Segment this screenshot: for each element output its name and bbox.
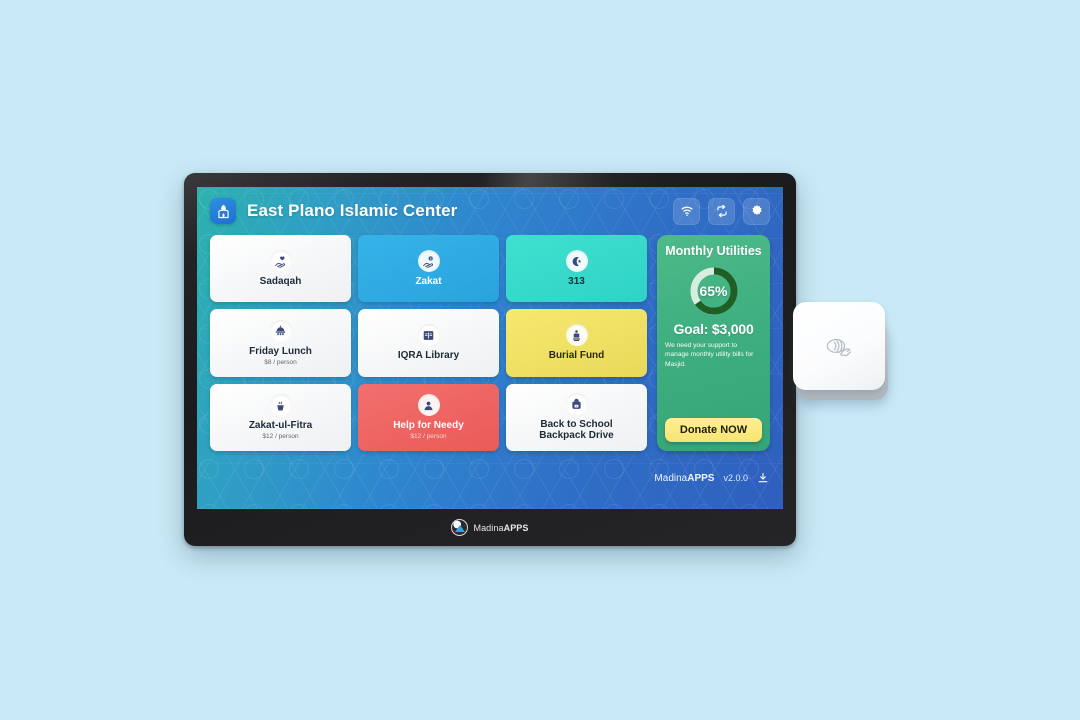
sync-icon[interactable]	[708, 197, 735, 225]
grain-scoop-icon	[269, 394, 292, 417]
tile-label: Sadaqah	[259, 276, 302, 288]
tile-price: $12 / person	[262, 433, 299, 441]
tile-313[interactable]: 313	[506, 235, 647, 303]
tile-zakat-ul-fitra[interactable]: Zakat-ul-Fitra $12 / person	[210, 383, 351, 451]
footer-brand-light: Madina	[654, 472, 688, 484]
donation-tiles-grid: Sadaqah $ Zakat 313 Friday Lunch $8 / pe…	[210, 235, 647, 451]
tile-sadaqah[interactable]: Sadaqah	[210, 235, 351, 303]
kiosk-screen: East Plano Islamic Center Sadaqah $ Zaka…	[197, 187, 783, 509]
person-icon	[417, 394, 440, 417]
bezel-brand-bold: APPS	[503, 522, 529, 533]
screenshot-stage: East Plano Islamic Center Sadaqah $ Zaka…	[0, 0, 1080, 720]
download-icon[interactable]	[757, 472, 769, 484]
card-reader[interactable]	[793, 302, 888, 402]
app-version: v2.0.0	[723, 473, 748, 483]
tile-burial-fund[interactable]: Burial Fund	[506, 309, 647, 377]
app-header: East Plano Islamic Center	[197, 187, 783, 235]
card-reader-surface[interactable]	[793, 302, 885, 390]
monitor-bezel-brand: MadinaAPPS	[184, 509, 796, 546]
tile-label: Zakat-ul-Fitra	[248, 420, 313, 432]
hand-coin-icon: $	[417, 250, 440, 273]
mosque-icon	[210, 198, 236, 224]
person-pray-icon	[565, 324, 588, 347]
book-icon	[417, 324, 440, 347]
backpack-icon	[565, 393, 588, 416]
donate-now-button[interactable]: Donate NOW	[665, 418, 762, 442]
tile-label: Zakat	[415, 276, 442, 288]
tile-friday-lunch[interactable]: Friday Lunch $8 / person	[210, 309, 351, 377]
footer-brand-bold: APPS	[687, 472, 715, 484]
gear-icon[interactable]	[743, 197, 770, 225]
bezel-brand-light: Madina	[473, 522, 504, 533]
tile-help-for-needy[interactable]: Help for Needy $12 / person	[358, 383, 499, 451]
footer-brand: MadinaAPPS	[654, 473, 714, 484]
tile-label: Back to School Backpack Drive	[539, 419, 614, 442]
campaign-title: Monthly Utilities	[665, 244, 762, 258]
tile-zakat[interactable]: $ Zakat	[358, 235, 499, 303]
tile-label: 313	[568, 276, 585, 288]
tile-price: $8 / person	[264, 359, 297, 367]
hand-heart-icon	[269, 250, 292, 273]
madinaapps-logo-icon	[451, 519, 469, 536]
app-body: Sadaqah $ Zakat 313 Friday Lunch $8 / pe…	[197, 235, 783, 451]
wifi-icon[interactable]	[673, 197, 700, 225]
bezel-brand-text: MadinaAPPS	[473, 523, 528, 533]
tile-label: Burial Fund	[548, 350, 605, 362]
crescent-star-icon	[565, 250, 588, 273]
tile-label: IQRA Library	[397, 350, 460, 362]
tile-price: $12 / person	[410, 433, 447, 441]
progress-ring: 65%	[688, 265, 740, 317]
tile-back-to-school-backpack-drive[interactable]: Back to School Backpack Drive	[506, 383, 647, 451]
tile-label: Help for Needy	[393, 420, 464, 432]
campaign-description: We need your support to manage monthly u…	[665, 342, 754, 368]
food-tray-icon	[269, 319, 292, 342]
tile-iqra-library[interactable]: IQRA Library	[358, 309, 499, 377]
campaign-goal: Goal: $3,000	[673, 321, 754, 337]
tile-label: Friday Lunch	[249, 345, 312, 357]
progress-percent-label: 65%	[699, 283, 728, 299]
header-actions	[673, 197, 770, 225]
contactless-tap-icon	[822, 333, 856, 359]
campaign-panel: Monthly Utilities 65% Goal: $3,000 We ne…	[657, 235, 770, 451]
app-footer: MadinaAPPS v2.0.0	[197, 451, 783, 509]
kiosk-monitor: East Plano Islamic Center Sadaqah $ Zaka…	[184, 173, 796, 546]
page-title: East Plano Islamic Center	[247, 201, 458, 220]
